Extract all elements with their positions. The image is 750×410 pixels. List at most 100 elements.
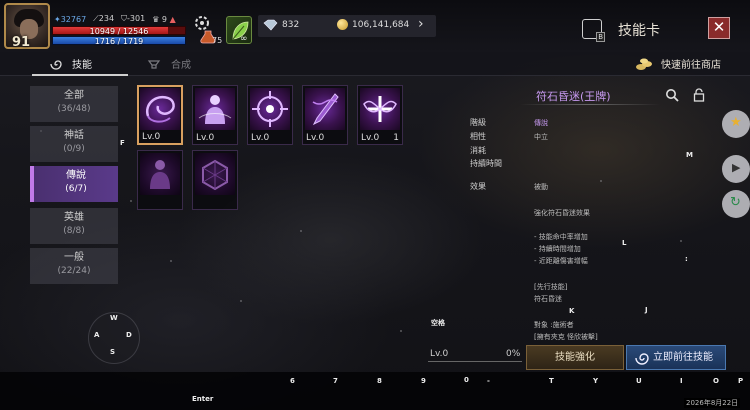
ambient-dot xyxy=(400,330,402,332)
play-button[interactable]: ▶ xyxy=(722,155,750,183)
category-all[interactable]: 全部 (36/48) xyxy=(30,86,118,122)
tab-synth-label: 合成 xyxy=(171,60,191,71)
spiral-icon xyxy=(635,353,649,365)
key-hint-colon: : xyxy=(685,255,688,263)
card-level: Lv.0 xyxy=(361,133,380,143)
buff-duration: ∞ xyxy=(240,34,248,44)
tab-skill[interactable]: 技能 xyxy=(48,56,92,71)
close-button[interactable]: ✕ xyxy=(708,17,730,39)
category-hero[interactable]: 英雄 (8/8) xyxy=(30,208,118,244)
category-normal[interactable]: 一般 (22/24) xyxy=(30,248,118,284)
cost-label: 消耗 xyxy=(470,146,486,155)
trophy-icon: ♛ xyxy=(152,14,160,24)
refresh-icon: ↻ xyxy=(730,195,741,210)
category-legend[interactable]: 傳說 (6/7) xyxy=(30,166,118,202)
key-hint-w: W xyxy=(110,314,118,322)
ambient-dot xyxy=(130,200,132,202)
key-hint-d: D xyxy=(126,331,132,339)
search-icon[interactable] xyxy=(665,88,679,102)
triangle-up-icon: ▲ xyxy=(169,14,176,24)
key-hint-0: 0 xyxy=(464,376,469,384)
affinity-value: 中立 xyxy=(534,133,548,141)
stat-atk: ⟋234 xyxy=(93,14,114,24)
key-hint-i: I xyxy=(680,377,683,385)
category-name: 傳說 xyxy=(66,170,86,181)
key-hint-dash: - xyxy=(487,377,490,385)
stat-blue: ✦32767 xyxy=(54,15,86,24)
hp-text: 10949 / 12546 xyxy=(89,27,149,36)
window-title: 技能卡 xyxy=(618,23,660,39)
category-name: 全部 xyxy=(64,90,84,101)
spiral-icon xyxy=(50,59,62,70)
key-hint-7: 7 xyxy=(333,377,338,385)
skill-card-1[interactable]: Lv.0 xyxy=(137,85,183,145)
goto-skill-button[interactable]: 立即前往技能 xyxy=(626,345,726,370)
silhouette-icon xyxy=(140,153,180,195)
ambient-dot xyxy=(680,240,682,242)
key-hint-p: P xyxy=(738,377,744,385)
player-level: 91 xyxy=(12,35,31,50)
chain-sword-icon xyxy=(305,88,345,130)
ambient-dot xyxy=(600,180,602,182)
anvil-icon xyxy=(147,59,161,69)
key-hint-j: J xyxy=(645,306,648,314)
effect-bullet-2: - 持續時間增加 xyxy=(534,245,581,253)
key-hint-u: U xyxy=(636,377,642,385)
key-hint-enter: Enter xyxy=(192,395,214,403)
category-count: (22/24) xyxy=(57,266,91,276)
ambient-dot xyxy=(170,260,172,262)
hp-bar: 10949 / 12546 xyxy=(52,26,186,36)
skill-card-5[interactable]: Lv.0 1 xyxy=(357,85,403,145)
avatar[interactable]: 91 xyxy=(4,3,50,50)
card-level: Lv.0 xyxy=(196,133,215,143)
skill-card-4[interactable]: Lv.0 xyxy=(302,85,348,145)
chevron-right-icon[interactable]: › xyxy=(418,16,424,32)
tab-synth[interactable]: 合成 xyxy=(147,56,191,71)
key-hint-a: A xyxy=(94,331,100,339)
skill-detail-name: 符石昏迷(王牌) xyxy=(536,90,611,103)
category-myth[interactable]: 神話 (0/9) xyxy=(30,126,118,162)
card-level: Lv.0 xyxy=(251,133,270,143)
skill-card-6[interactable] xyxy=(137,150,183,210)
skill-upgrade-button[interactable]: 技能強化 xyxy=(526,345,624,370)
grade-value: 傳說 xyxy=(534,119,548,127)
potion-count: 75 xyxy=(212,36,223,45)
key-hint-9: 9 xyxy=(421,377,426,385)
stat-blue-value: 32767 xyxy=(60,14,87,24)
skill-card-3[interactable]: Lv.0 xyxy=(247,85,293,145)
effect-bullet-3: - 近距離傷害增幅 xyxy=(534,257,588,265)
key-hint-6: 6 xyxy=(290,377,295,385)
gem-icon xyxy=(263,19,278,31)
key-hint-m: M xyxy=(686,151,693,159)
key-hint-t: T xyxy=(549,377,554,385)
shop-link[interactable]: 快速前往商店 xyxy=(635,56,721,71)
buff-icon[interactable] xyxy=(226,16,252,44)
favorite-button[interactable]: ★ xyxy=(722,110,750,138)
target-text: 對象 :施術者 xyxy=(534,321,574,329)
progress-bar xyxy=(428,361,522,362)
card-level: Lv.0 xyxy=(306,133,325,143)
refresh-button[interactable]: ↻ xyxy=(722,190,750,218)
mp-text: 1716 / 1719 xyxy=(94,37,144,46)
key-hint-o: O xyxy=(713,377,719,385)
prerequisite-label: [先行技能] xyxy=(534,283,568,291)
category-name: 英雄 xyxy=(64,212,84,223)
grade-label: 階級 xyxy=(470,118,486,127)
key-hint-s: S xyxy=(110,348,116,356)
skill-card-2[interactable]: Lv.0 xyxy=(192,85,238,145)
stat-trophy-value: 9 xyxy=(161,14,168,24)
tab-skill-underline xyxy=(32,74,128,76)
figure-glow-icon xyxy=(195,88,235,130)
detail-divider xyxy=(520,104,660,105)
skill-card-7[interactable] xyxy=(192,150,238,210)
tab-skill-label: 技能 xyxy=(72,60,92,71)
cube-icon xyxy=(195,153,235,195)
effect-description: 強化符石昏迷效果 xyxy=(534,209,590,217)
key-hint-space: 空格 xyxy=(431,319,445,327)
progress-level: Lv.0 xyxy=(430,349,449,359)
condition-text: [擁有夾克 怪欣被擊] xyxy=(534,333,598,341)
prerequisite-value: 符石昏迷 xyxy=(534,295,562,303)
lock-icon[interactable] xyxy=(693,88,705,102)
date-stamp: 2026年8月22日 xyxy=(684,398,741,408)
category-count: (6/7) xyxy=(65,184,87,194)
